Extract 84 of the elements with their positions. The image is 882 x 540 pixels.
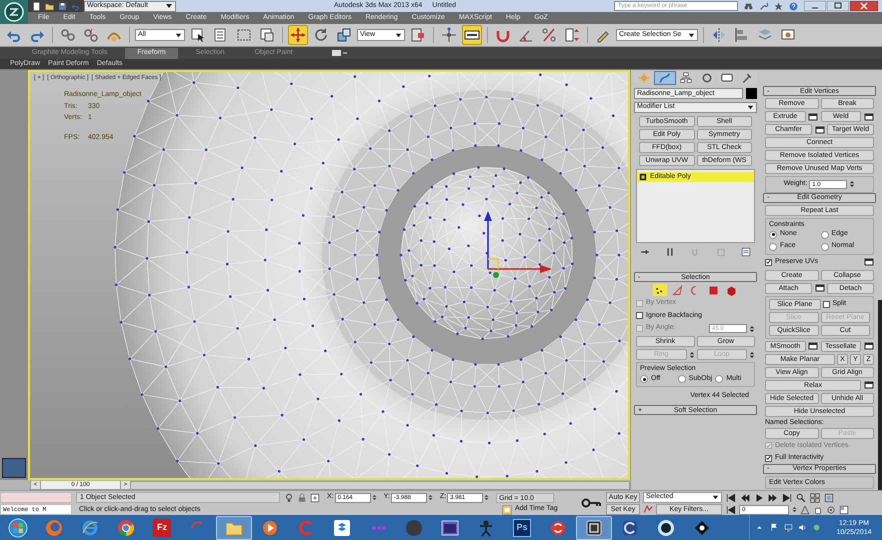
monitor-icon[interactable] xyxy=(717,71,737,85)
binoculars-icon[interactable] xyxy=(744,2,753,10)
tray-app-icon[interactable] xyxy=(812,523,821,532)
checkbox[interactable] xyxy=(765,454,772,462)
caret-icon xyxy=(165,2,173,10)
settings-icon[interactable] xyxy=(814,282,825,294)
caret-icon xyxy=(395,32,402,38)
lightbulb-icon[interactable] xyxy=(284,492,294,502)
checkbox[interactable] xyxy=(636,312,643,320)
scrollbar[interactable] xyxy=(878,300,882,490)
modifier-icon xyxy=(639,173,647,181)
pin-icon[interactable] xyxy=(640,247,650,257)
orbit-icon[interactable] xyxy=(826,504,836,514)
new-file-icon[interactable] xyxy=(32,2,41,10)
caret-icon xyxy=(688,32,695,38)
object-color-swatch[interactable] xyxy=(746,88,757,99)
go-to-end-icon[interactable] xyxy=(782,492,792,502)
spinner-arrows-icon[interactable] xyxy=(749,324,755,334)
time-tag-icon[interactable] xyxy=(502,504,512,514)
previous-frame-icon[interactable] xyxy=(740,492,750,502)
zoom-icon[interactable] xyxy=(796,492,806,502)
settings-icon[interactable] xyxy=(863,380,874,390)
zoom-extents-icon[interactable] xyxy=(824,492,834,502)
spinner-arrows-icon[interactable] xyxy=(484,493,490,502)
spinner-arrows-icon[interactable] xyxy=(688,350,694,360)
show-end-result-icon[interactable] xyxy=(665,247,676,257)
field-of-view-icon[interactable] xyxy=(800,504,810,514)
cube-icon[interactable] xyxy=(724,284,738,296)
star-icon[interactable] xyxy=(774,2,783,10)
network-icon[interactable] xyxy=(784,523,793,532)
play-icon[interactable] xyxy=(754,492,764,502)
configure-icon[interactable] xyxy=(741,247,751,257)
radio-button[interactable] xyxy=(820,242,828,250)
settings-icon[interactable] xyxy=(863,256,874,268)
settings-icon[interactable] xyxy=(863,111,874,122)
app-square-icon[interactable] xyxy=(576,516,612,540)
wrench-icon[interactable] xyxy=(759,2,768,10)
flag-icon[interactable] xyxy=(770,523,779,532)
settings-icon[interactable] xyxy=(814,124,825,135)
next-frame-icon[interactable] xyxy=(768,492,778,502)
absolute-mode-icon[interactable] xyxy=(310,492,320,502)
key-curve-icon[interactable] xyxy=(643,504,654,515)
radio-button[interactable] xyxy=(820,230,828,238)
save-icon[interactable] xyxy=(58,2,67,10)
hammer-icon[interactable] xyxy=(738,71,757,85)
checkbox[interactable] xyxy=(765,258,772,266)
settings-icon[interactable] xyxy=(808,340,818,352)
minimize-icon[interactable] xyxy=(804,1,826,11)
radio-button[interactable] xyxy=(769,242,777,250)
open-folder-icon[interactable] xyxy=(45,2,54,10)
close-icon[interactable] xyxy=(850,1,878,11)
vertex-dots-icon[interactable] xyxy=(652,284,666,296)
folder-icon[interactable] xyxy=(216,516,252,540)
radio-button[interactable] xyxy=(769,230,777,238)
layout-tab-icon[interactable] xyxy=(2,458,26,478)
caret-icon xyxy=(175,32,182,38)
ribbon-toggle-icon[interactable] xyxy=(330,48,347,58)
spinner-arrows-icon[interactable] xyxy=(372,493,377,502)
radio-button[interactable] xyxy=(678,375,686,383)
radio-button[interactable] xyxy=(715,375,724,383)
radio-button[interactable] xyxy=(640,375,648,383)
spinner-arrows-icon[interactable] xyxy=(428,493,433,502)
key-mode-toggle-icon[interactable] xyxy=(726,504,736,514)
caret-icon xyxy=(712,494,719,501)
keyboard-icon[interactable] xyxy=(462,25,482,45)
app-logo-icon[interactable] xyxy=(4,2,24,22)
hierarchy-icon[interactable] xyxy=(676,71,696,85)
settings-icon[interactable] xyxy=(808,111,818,122)
spinner-arrows-icon[interactable] xyxy=(849,179,856,190)
zoom-all-icon[interactable] xyxy=(810,492,820,502)
go-to-start-icon[interactable] xyxy=(726,492,736,502)
manipulate-icon[interactable] xyxy=(439,25,459,45)
square-icon[interactable] xyxy=(706,284,720,296)
caret-icon xyxy=(747,104,754,111)
checkbox[interactable] xyxy=(822,300,830,308)
help-icon[interactable] xyxy=(789,2,798,10)
spinner-arrows-icon[interactable] xyxy=(749,350,755,360)
move-arrows-icon[interactable] xyxy=(288,25,308,45)
maximize-icon[interactable] xyxy=(827,1,849,11)
maximize-viewport-icon[interactable] xyxy=(839,504,849,514)
settings-icon[interactable] xyxy=(863,340,874,352)
spinner-arrows-icon[interactable] xyxy=(792,505,797,514)
speaker-icon[interactable] xyxy=(798,523,807,532)
maxscript-input-field[interactable] xyxy=(0,492,72,503)
